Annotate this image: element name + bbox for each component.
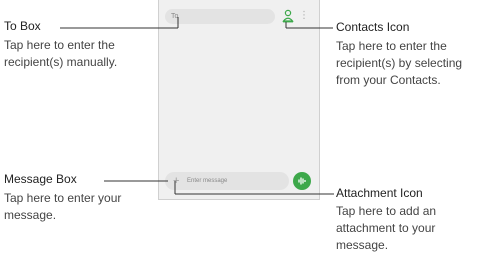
contacts-icon-title: Contacts Icon [336, 20, 410, 34]
message-box-title: Message Box [4, 172, 77, 186]
message-box-desc: Tap here to enter your message. [4, 191, 122, 222]
attachment-icon-desc: Tap here to add an attachment to your me… [336, 204, 437, 252]
contacts-icon-desc: Tap here to enter the recipient(s) by se… [336, 39, 463, 87]
to-box-title: To Box [4, 19, 41, 33]
attachment-icon-title: Attachment Icon [336, 186, 423, 200]
to-box-desc: Tap here to enter the recipient(s) manua… [4, 38, 118, 69]
